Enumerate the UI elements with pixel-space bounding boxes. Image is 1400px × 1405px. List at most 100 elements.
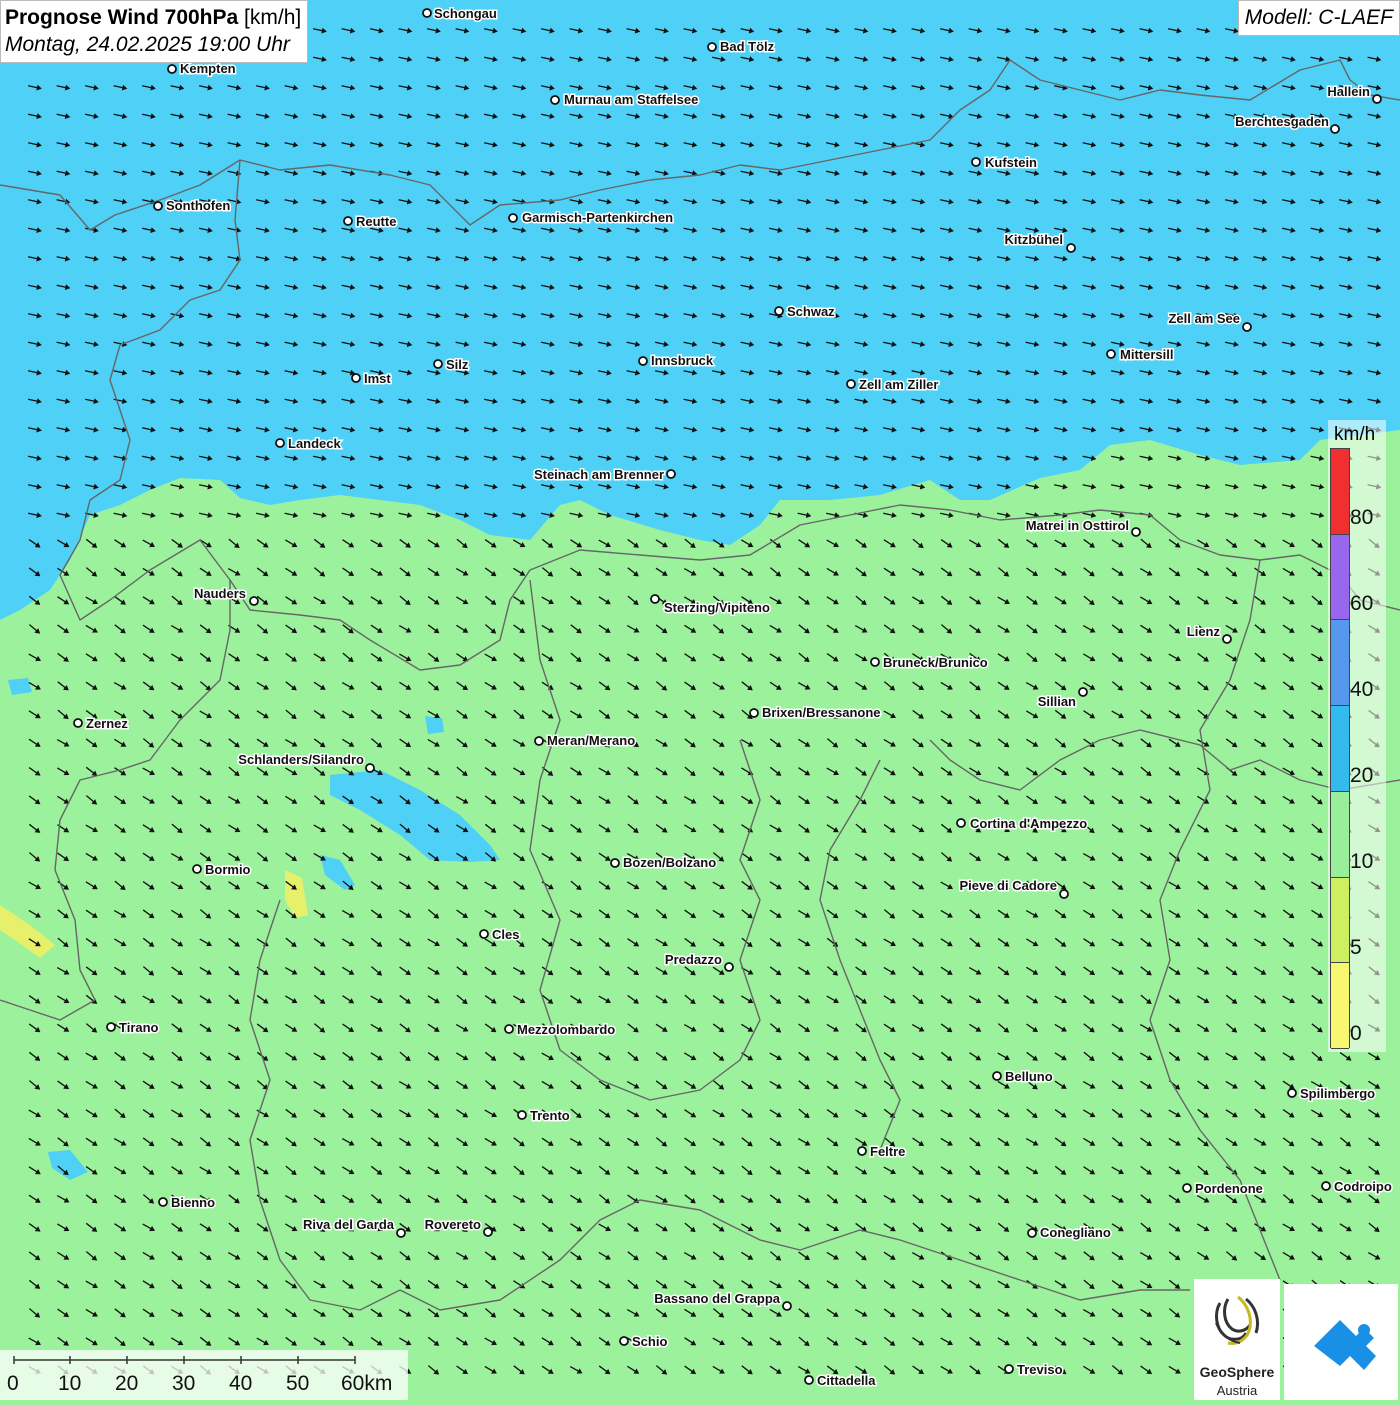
city-dot	[650, 594, 660, 604]
city-label: Rovereto	[425, 1217, 481, 1232]
city-dot	[1066, 243, 1076, 253]
city-label: Kempten	[180, 61, 236, 76]
city-dot	[158, 1197, 168, 1207]
city-dot	[422, 8, 432, 18]
city-marker[interactable]: Spilimbergo	[1287, 1085, 1377, 1103]
legend-label: 0	[1350, 1022, 1362, 1045]
legend-label: 5	[1350, 936, 1362, 959]
city-label: Brixen/Bressanone	[762, 705, 881, 720]
city-dot	[1372, 94, 1382, 104]
city-label: Riva del Garda	[303, 1217, 395, 1232]
city-label: Matrei in Osttirol	[1026, 518, 1129, 533]
model-label: Modell: C-LAEF	[1237, 0, 1400, 36]
city-marker[interactable]: Schongau	[422, 5, 498, 23]
city-label: Bassano del Grappa	[654, 1291, 780, 1306]
city-marker[interactable]: Conegliano	[1027, 1224, 1112, 1242]
city-label: Silz	[446, 357, 469, 372]
city-dot	[1106, 349, 1116, 359]
city-label: Tirano	[119, 1020, 159, 1035]
city-label: Kitzbühel	[1005, 232, 1064, 247]
city-label: Steinach am Brenner	[534, 467, 664, 482]
geosphere-logo-line1: GeoSphere	[1199, 1364, 1275, 1380]
city-label: Schio	[632, 1334, 667, 1349]
scale-label: 50	[286, 1372, 310, 1395]
scale-label: 20	[115, 1372, 139, 1395]
city-dot	[1330, 124, 1340, 134]
city-dot	[483, 1227, 493, 1237]
city-marker[interactable]: Brixen/Bressanone	[749, 704, 882, 722]
geosphere-logo-icon	[1215, 1295, 1260, 1345]
legend-label: 40	[1350, 678, 1374, 701]
city-dot	[550, 95, 560, 105]
city-marker[interactable]: Mezzolombardo	[504, 1021, 617, 1039]
city-dot	[1027, 1228, 1037, 1238]
city-label: Schlanders/Silandro	[238, 752, 364, 767]
city-label: Pieve di Cadore	[959, 878, 1057, 893]
city-marker[interactable]: Meran/Merano	[534, 732, 637, 750]
city-dot	[666, 469, 676, 479]
city-dot	[619, 1336, 629, 1346]
city-dot	[249, 596, 259, 606]
city-label: Treviso	[1017, 1362, 1063, 1377]
city-label: Murnau am Staffelsee	[564, 92, 698, 107]
city-label: Cles	[492, 927, 519, 942]
city-marker[interactable]: Pordenone	[1182, 1180, 1264, 1198]
city-dot	[73, 718, 83, 728]
city-marker[interactable]: Murnau am Staffelsee	[550, 91, 700, 109]
legend-swatch	[1331, 620, 1349, 707]
legend-swatch	[1331, 534, 1349, 621]
wind-map[interactable]: Schongau Bad Tölz Kempten Murnau am Staffel…	[0, 0, 1400, 1400]
app-logo-icon	[1314, 1320, 1376, 1370]
city-marker[interactable]: Sonthofen	[153, 197, 232, 215]
city-dot	[504, 1024, 514, 1034]
legend-label: 80	[1350, 506, 1374, 529]
city-dot	[167, 64, 177, 74]
city-label: Innsbruck	[651, 353, 714, 368]
scale-label: 0	[7, 1372, 19, 1395]
city-dot	[846, 379, 856, 389]
legend-label: 10	[1350, 850, 1374, 873]
city-label: Imst	[364, 371, 391, 386]
city-label: Mezzolombardo	[517, 1022, 615, 1037]
city-label: Nauders	[194, 586, 246, 601]
legend-color-bar	[1330, 448, 1350, 1049]
city-marker[interactable]: Cortina d'Ampezzo	[956, 815, 1089, 833]
scale-label: 10	[58, 1372, 82, 1395]
city-marker[interactable]: Steinach am Brenner	[532, 466, 676, 484]
city-marker[interactable]: Bruneck/Brunico	[870, 654, 989, 672]
city-marker[interactable]: Bozen/Bolzano	[610, 854, 718, 872]
blue-wind-patch	[425, 716, 444, 734]
geosphere-logo[interactable]: GeoSphere Austria	[1194, 1279, 1280, 1400]
city-dot	[610, 858, 620, 868]
city-dot	[433, 359, 443, 369]
city-dot	[774, 306, 784, 316]
city-label: Sterzing/Vipiteno	[664, 600, 770, 615]
legend-unit: km/h	[1334, 424, 1376, 445]
legend-swatch	[1331, 791, 1349, 878]
city-label: Kufstein	[985, 155, 1037, 170]
app-logo[interactable]	[1284, 1284, 1398, 1400]
city-label: Lienz	[1187, 624, 1221, 639]
city-dot	[782, 1301, 792, 1311]
legend-label: 20	[1350, 764, 1374, 787]
city-label: Bad Tölz	[720, 39, 775, 54]
city-dot	[1004, 1364, 1014, 1374]
city-dot	[153, 201, 163, 211]
forecast-datetime: Montag, 24.02.2025 19:00 Uhr	[5, 33, 290, 56]
city-dot	[1242, 322, 1252, 332]
city-label: Bruneck/Brunico	[883, 655, 988, 670]
city-dot	[1059, 889, 1069, 899]
city-marker[interactable]: Innsbruck	[638, 352, 715, 370]
blue-wind-patch	[8, 678, 32, 695]
city-dot	[707, 42, 717, 52]
city-dot	[343, 216, 353, 226]
city-dot	[1222, 634, 1232, 644]
title-unit: [km/h]	[244, 6, 302, 29]
city-marker[interactable]: Zell am Ziller	[846, 376, 940, 394]
map-title: Prognose Wind 700hPa [km/h]	[5, 4, 301, 31]
city-dot	[1287, 1088, 1297, 1098]
city-dot	[971, 157, 981, 167]
city-dot	[479, 929, 489, 939]
city-marker[interactable]: Garmisch-Partenkirchen	[508, 209, 675, 227]
city-dot	[192, 864, 202, 874]
